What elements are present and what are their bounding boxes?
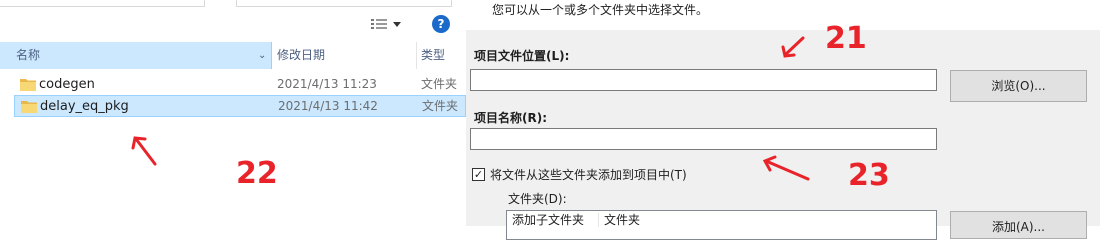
arrow-22 — [134, 137, 157, 166]
annotation-number-21: 21 — [825, 21, 867, 56]
annotation-number-22: 22 — [236, 156, 278, 191]
arrow-23 — [764, 159, 810, 181]
annotation-number-23: 23 — [848, 158, 890, 193]
annotation-arrows — [131, 36, 810, 181]
arrow-21 — [783, 36, 805, 57]
